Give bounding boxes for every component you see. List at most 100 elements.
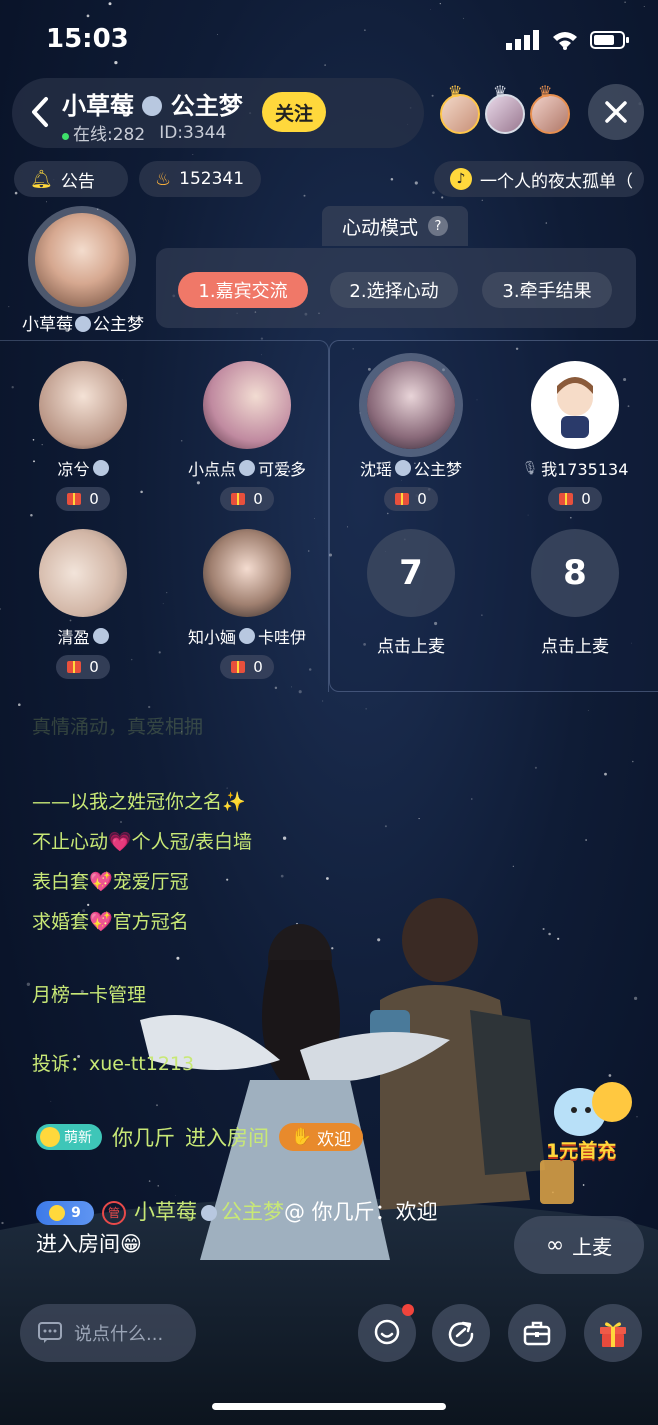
notice-line: 表白套💖宠爱厅冠 <box>32 871 189 893</box>
follow-button[interactable]: 关注 <box>262 92 326 132</box>
moon-badge-icon <box>395 460 411 476</box>
chat-username[interactable]: 你几斤 <box>112 1122 175 1152</box>
notice-line: 月榜一卡管理 <box>32 984 147 1006</box>
mic-up-hint: 点击上麦 <box>541 636 609 657</box>
chat-message: 9 管小草莓 公主梦@ 你几斤：欢迎 进入房间😁 <box>36 1196 506 1260</box>
gift-icon <box>395 493 410 505</box>
close-button[interactable] <box>588 84 644 140</box>
status-icons <box>506 30 630 50</box>
toolbox-button[interactable] <box>508 1304 566 1362</box>
gift-count: 0 <box>384 487 438 511</box>
gift-count: 0 <box>56 655 110 679</box>
mascot-icon <box>554 1082 632 1136</box>
private-chat-button[interactable] <box>358 1304 416 1362</box>
message-icon <box>38 1322 62 1343</box>
gift-icon <box>67 493 82 505</box>
share-icon <box>448 1321 474 1347</box>
music-chip[interactable]: ♪ 一个人的夜太孤单（ <box>434 161 644 197</box>
mic-up-button[interactable]: ∞ 上麦 <box>514 1216 644 1274</box>
announcement-chip[interactable]: 🔔︎ 公告 <box>14 161 128 197</box>
online-dot-icon <box>62 133 69 140</box>
wave-hand-icon: ✋ <box>291 1127 313 1147</box>
gift-count: 0 <box>548 487 602 511</box>
notice-line: 投诉：xue-tt1213 <box>32 1053 195 1075</box>
step-hold-hands-result[interactable]: 3.牵手结果 <box>482 272 612 308</box>
step-choose-heart[interactable]: 2.选择心动 <box>330 272 458 308</box>
seat-number: 8 <box>531 529 619 617</box>
gift-count: 0 <box>220 655 274 679</box>
gift-count: 0 <box>56 487 110 511</box>
mic-off-icon: 🎙︎ <box>521 460 539 476</box>
music-note-icon: ♪ <box>450 168 472 190</box>
gift-icon <box>231 493 246 505</box>
room-id: ID:3344 <box>159 122 227 143</box>
host-name: 小草莓 公主梦 <box>22 315 144 335</box>
top-fan-2[interactable]: ♛ <box>485 82 525 134</box>
admin-badge: 管 <box>102 1201 126 1225</box>
seat-8-empty[interactable]: 8 点击上麦 <box>500 529 650 657</box>
seat-2[interactable]: 小点点 可爱多 0 <box>172 361 322 511</box>
signal-icon <box>506 30 539 50</box>
home-indicator[interactable] <box>212 1403 446 1410</box>
moon-badge-icon <box>239 628 255 644</box>
chat-input-placeholder: 说点什么... <box>74 1324 164 1345</box>
online-count: 在线:282 <box>73 125 146 145</box>
top-fan-1[interactable]: ♛ <box>440 82 480 134</box>
chat-input[interactable]: 说点什么... <box>20 1304 196 1362</box>
back-icon[interactable] <box>26 94 56 130</box>
seat-4[interactable]: 🎙︎ 我1735134 0 <box>500 361 650 511</box>
link-icon: ∞ <box>545 1232 565 1258</box>
help-icon[interactable]: ? <box>428 216 448 236</box>
chat-text: 进入房间 <box>185 1126 269 1150</box>
flame-icon: ♨ <box>155 168 172 190</box>
promo-label: 1元首充 <box>546 1140 617 1162</box>
step-guest-chat[interactable]: 1.嘉宾交流 <box>178 272 308 308</box>
room-meta: 在线:282 ID:3344 <box>62 120 226 145</box>
bell-icon: 🔔︎ <box>30 168 53 190</box>
notice-line: 求婚套💖官方冠名 <box>32 911 189 933</box>
cartoon-boy-avatar <box>557 377 593 438</box>
share-button[interactable] <box>432 1304 490 1362</box>
chat-username[interactable]: 小草莓 公主梦 <box>134 1200 284 1224</box>
wifi-icon <box>553 32 577 50</box>
room-title: 小草莓 公主梦 <box>62 92 243 120</box>
gift-icon <box>231 661 246 673</box>
host-seat[interactable] <box>28 206 136 314</box>
first-recharge-promo[interactable]: 1元首充 <box>540 1076 640 1168</box>
moon-badge-icon <box>201 1205 217 1221</box>
seat-number: 7 <box>367 529 455 617</box>
crown-icon: ♛ <box>538 82 553 101</box>
gift-button[interactable] <box>584 1304 642 1362</box>
seat-1[interactable]: 凉兮 0 <box>8 361 158 511</box>
avatar <box>531 361 619 449</box>
moon-badge-icon <box>239 460 255 476</box>
seat-3[interactable]: 沈瑶 公主梦 0 <box>336 361 486 511</box>
notice-line: ——以我之姓冠你之名✨ <box>32 791 246 813</box>
medal-icon <box>49 1205 66 1221</box>
seat-7-empty[interactable]: 7 点击上麦 <box>336 529 486 657</box>
crown-icon: ♛ <box>448 82 463 101</box>
avatar <box>39 361 127 449</box>
chat-bubble-icon <box>374 1319 400 1345</box>
top-fan-3[interactable]: ♛ <box>530 82 570 134</box>
newbie-tag: 萌新 <box>36 1124 102 1150</box>
gift-icon <box>600 1322 626 1347</box>
avatar <box>367 361 455 449</box>
notice-faded-line: 真情涌动，真爱相拥 <box>32 716 204 738</box>
gift-icon <box>559 493 574 505</box>
seat-5[interactable]: 清盈 0 <box>8 529 158 679</box>
close-icon <box>605 101 627 123</box>
avatar <box>203 529 291 617</box>
avatar <box>39 529 127 617</box>
moon-badge-icon <box>92 460 109 476</box>
notice-line: 不止心动💗个人冠/表白墙 <box>32 831 253 853</box>
level-badge: 9 <box>36 1201 94 1225</box>
moon-badge-icon <box>92 628 109 644</box>
seat-6[interactable]: 知小婳 卡哇伊 0 <box>172 529 322 679</box>
heart-mode-label: 心动模式 ? <box>322 206 468 246</box>
heat-chip[interactable]: ♨ 152341 <box>139 161 261 197</box>
gift-count: 0 <box>220 487 274 511</box>
welcome-button[interactable]: ✋ 欢迎 <box>279 1123 364 1151</box>
status-time: 15:03 <box>46 24 129 54</box>
chat-text: 进入房间😁 <box>36 1232 142 1256</box>
